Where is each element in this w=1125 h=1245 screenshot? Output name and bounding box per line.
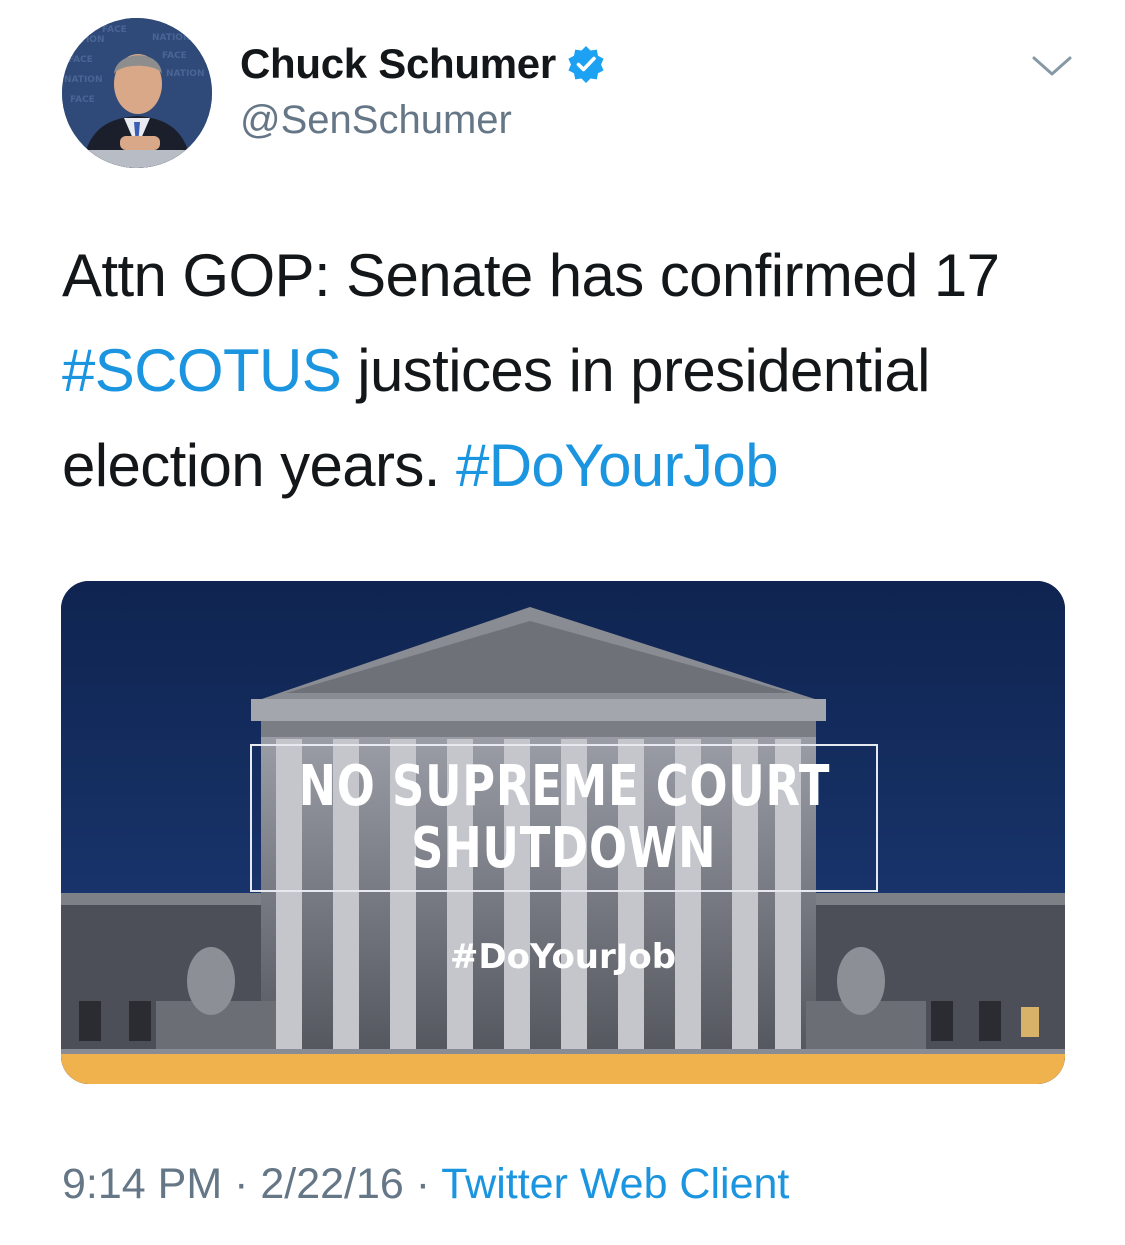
banner-line-1: NO SUPREME COURT xyxy=(298,754,830,819)
media-hashtag-text: #DoYourJob xyxy=(449,937,677,977)
tweet-text: Attn GOP: Senate has confirmed 17 #SCOTU… xyxy=(62,228,1072,513)
tweet-time[interactable]: 9:14 PM xyxy=(62,1160,222,1208)
author-handle[interactable]: @SenSchumer xyxy=(240,94,606,146)
svg-text:FACE: FACE xyxy=(70,95,95,105)
svg-text:FACE: FACE xyxy=(68,55,93,65)
meta-separator: · xyxy=(403,1160,442,1208)
media-accent-bar xyxy=(61,1054,1065,1084)
hashtag-link-doyourjob[interactable]: #DoYourJob xyxy=(456,432,779,499)
tweet-source-link[interactable]: Twitter Web Client xyxy=(441,1160,789,1208)
author-block[interactable]: Chuck Schumer @SenSchumer xyxy=(240,38,606,146)
svg-text:FACE: FACE xyxy=(102,25,127,35)
chevron-down-icon[interactable] xyxy=(1030,52,1074,80)
author-display-name[interactable]: Chuck Schumer xyxy=(240,38,606,90)
meta-separator: · xyxy=(222,1160,261,1208)
profile-photo-icon: NATIONFACENATION FACE FACENATION NATIONFA… xyxy=(62,18,212,168)
svg-text:NATION: NATION xyxy=(166,69,204,79)
verified-badge-icon xyxy=(566,44,606,84)
media-banner: NO SUPREME COURT SHUTDOWN xyxy=(250,744,878,892)
author-name-text[interactable]: Chuck Schumer xyxy=(240,38,556,90)
hashtag-link-scotus[interactable]: #SCOTUS xyxy=(62,337,342,404)
banner-line-2: SHUTDOWN xyxy=(411,816,717,881)
tweet-media-image[interactable]: NO SUPREME COURT SHUTDOWN #DoYourJob xyxy=(61,581,1065,1084)
tweet-text-segment: Attn GOP: Senate has confirmed 17 xyxy=(62,242,1000,309)
svg-text:NATION: NATION xyxy=(152,33,190,43)
avatar[interactable]: NATION FACE NATION FACE FACE NATION NATION FA… xyxy=(62,18,212,168)
tweet-metadata: 9:14 PM · 2/22/16 · Twitter Web Client xyxy=(62,1158,789,1210)
svg-text:NATION: NATION xyxy=(64,75,102,85)
svg-text:FACE: FACE xyxy=(162,51,187,61)
tweet-date[interactable]: 2/22/16 xyxy=(260,1160,403,1208)
svg-text:NATION: NATION xyxy=(66,35,104,45)
